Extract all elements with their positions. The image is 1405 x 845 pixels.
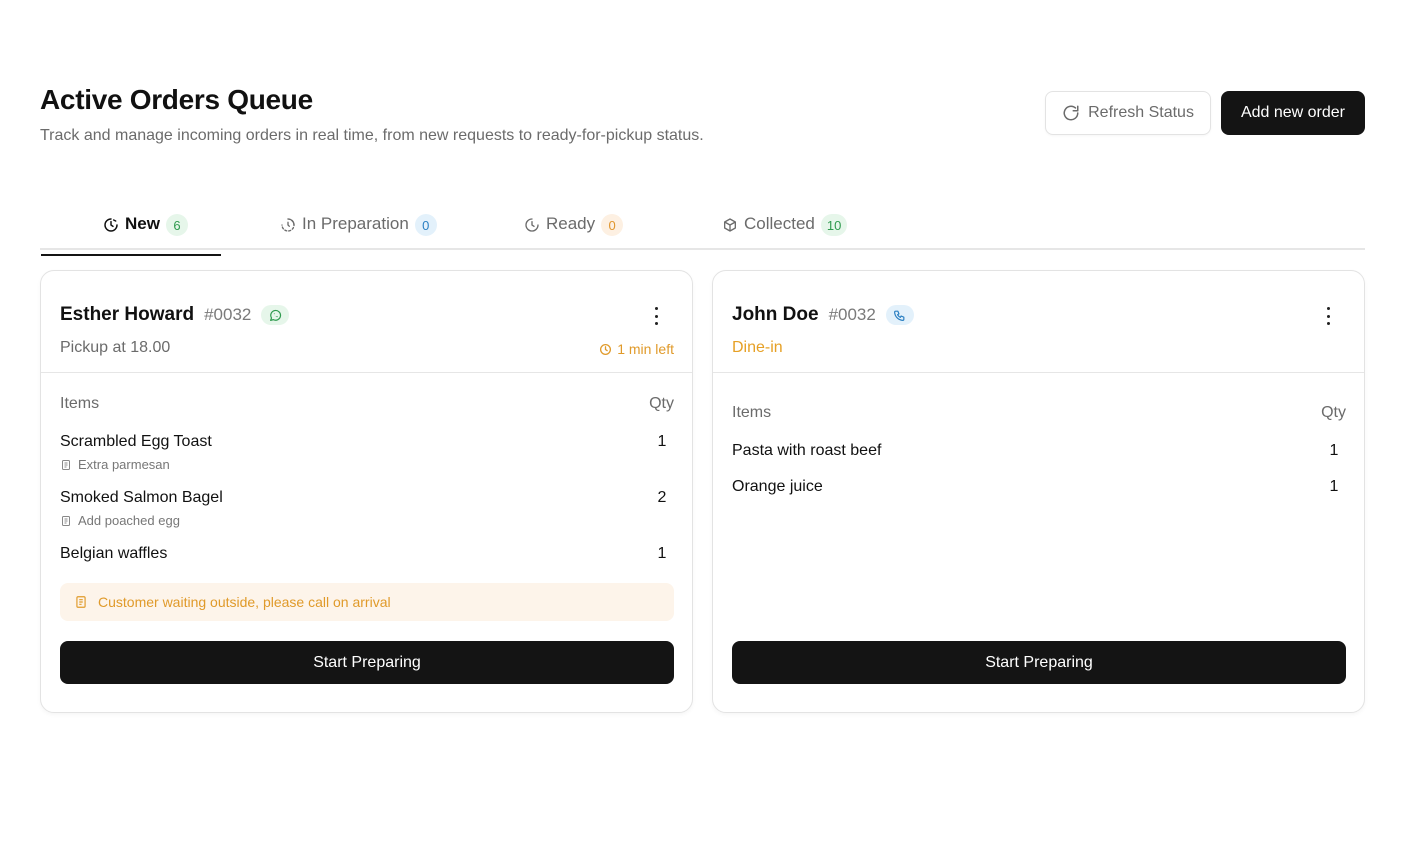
clock-icon bbox=[599, 343, 612, 356]
tab-in-preparation-count: 0 bbox=[414, 214, 437, 236]
list-item: Orange juice 1 bbox=[732, 478, 1346, 496]
customer-name: Esther Howard bbox=[60, 304, 195, 325]
clock-check-icon bbox=[524, 217, 540, 233]
order-note-text: Customer waiting outside, please call on… bbox=[98, 594, 391, 610]
item-qty: 1 bbox=[657, 545, 667, 562]
tab-ready[interactable]: Ready 0 bbox=[524, 212, 624, 250]
qty-column-header: Qty bbox=[1321, 404, 1346, 421]
tab-in-preparation[interactable]: In Preparation 0 bbox=[280, 212, 437, 250]
tab-collected[interactable]: Collected 10 bbox=[722, 212, 848, 250]
list-item: Pasta with roast beef 1 bbox=[732, 442, 1346, 460]
item-qty: 2 bbox=[657, 489, 667, 506]
tab-collected-count: 10 bbox=[820, 214, 848, 236]
page-header: Active Orders Queue Track and manage inc… bbox=[40, 84, 1365, 144]
customer-row: Esther Howard #0032 bbox=[60, 304, 290, 326]
list-item: Smoked Salmon Bagel 2 Add poached egg bbox=[60, 489, 674, 528]
items-header: Items Qty bbox=[732, 404, 1346, 422]
refresh-icon bbox=[1062, 104, 1080, 122]
item-name: Orange juice bbox=[732, 478, 823, 495]
refresh-status-label: Refresh Status bbox=[1088, 104, 1194, 121]
time-left-indicator: 1 min left bbox=[599, 341, 674, 357]
tab-in-preparation-label: In Preparation bbox=[302, 214, 409, 233]
tab-collected-label: Collected bbox=[744, 214, 815, 233]
tab-new-label: New bbox=[125, 214, 160, 233]
items-column-header: Items bbox=[732, 404, 772, 421]
note-icon bbox=[60, 459, 72, 471]
status-tabs: New 6 In Preparation 0 Ready 0 Collected… bbox=[40, 212, 1365, 256]
clock-icon bbox=[103, 217, 119, 233]
order-note: Customer waiting outside, please call on… bbox=[60, 583, 674, 621]
refresh-status-button[interactable]: Refresh Status bbox=[1045, 91, 1211, 135]
item-note: Extra parmesan bbox=[60, 457, 674, 472]
order-id: #0032 bbox=[204, 305, 252, 324]
item-name: Pasta with roast beef bbox=[732, 442, 882, 459]
items-list: Items Qty Pasta with roast beef 1 Orange… bbox=[732, 404, 1346, 496]
note-icon bbox=[74, 595, 88, 609]
item-note-text: Add poached egg bbox=[78, 513, 180, 528]
customer-row: John Doe #0032 bbox=[732, 304, 914, 326]
qty-column-header: Qty bbox=[649, 395, 674, 412]
service-type: Dine-in bbox=[732, 339, 783, 356]
order-card: Esther Howard #0032 Pickup at 18.00 1 mi… bbox=[40, 270, 693, 713]
more-options-button[interactable] bbox=[1320, 307, 1336, 325]
timer-icon bbox=[280, 217, 296, 233]
whatsapp-icon bbox=[261, 305, 290, 325]
list-item: Scrambled Egg Toast 1 Extra parmesan bbox=[60, 433, 674, 472]
pickup-time: Pickup at 18.00 bbox=[60, 339, 171, 356]
header-actions: Refresh Status Add new order bbox=[1045, 91, 1365, 135]
tab-new-count: 6 bbox=[165, 214, 188, 236]
more-options-button[interactable] bbox=[648, 307, 664, 325]
item-note-text: Extra parmesan bbox=[78, 457, 170, 472]
order-card-header: Esther Howard #0032 Pickup at 18.00 1 mi… bbox=[41, 271, 692, 373]
order-card: John Doe #0032 Dine-in Items Qty Pasta w… bbox=[712, 270, 1365, 713]
order-card-header: John Doe #0032 Dine-in bbox=[713, 271, 1364, 373]
items-header: Items Qty bbox=[60, 395, 674, 413]
orders-page: Active Orders Queue Track and manage inc… bbox=[0, 0, 1405, 845]
tab-new[interactable]: New 6 bbox=[41, 212, 221, 256]
item-row: Orange juice 1 bbox=[732, 478, 1346, 496]
package-icon bbox=[722, 217, 738, 233]
item-row: Scrambled Egg Toast 1 bbox=[60, 433, 674, 451]
time-left-label: 1 min left bbox=[617, 341, 674, 357]
start-preparing-button[interactable]: Start Preparing bbox=[60, 641, 674, 684]
items-list: Items Qty Scrambled Egg Toast 1 Extra pa… bbox=[60, 395, 674, 563]
item-name: Smoked Salmon Bagel bbox=[60, 489, 223, 506]
item-note: Add poached egg bbox=[60, 513, 674, 528]
item-row: Belgian waffles 1 bbox=[60, 545, 674, 563]
customer-name: John Doe bbox=[732, 304, 819, 325]
order-id: #0032 bbox=[828, 305, 876, 324]
item-qty: 1 bbox=[1329, 442, 1339, 459]
item-qty: 1 bbox=[1329, 478, 1339, 495]
items-column-header: Items bbox=[60, 395, 100, 412]
item-name: Belgian waffles bbox=[60, 545, 168, 562]
add-new-order-button[interactable]: Add new order bbox=[1220, 91, 1365, 135]
item-name: Scrambled Egg Toast bbox=[60, 433, 212, 450]
item-qty: 1 bbox=[657, 433, 667, 450]
phone-icon bbox=[885, 305, 914, 325]
note-icon bbox=[60, 515, 72, 527]
item-row: Pasta with roast beef 1 bbox=[732, 442, 1346, 460]
tab-ready-count: 0 bbox=[601, 214, 624, 236]
item-row: Smoked Salmon Bagel 2 bbox=[60, 489, 674, 507]
tab-ready-label: Ready bbox=[546, 214, 596, 233]
start-preparing-button[interactable]: Start Preparing bbox=[732, 641, 1346, 684]
list-item: Belgian waffles 1 bbox=[60, 545, 674, 563]
